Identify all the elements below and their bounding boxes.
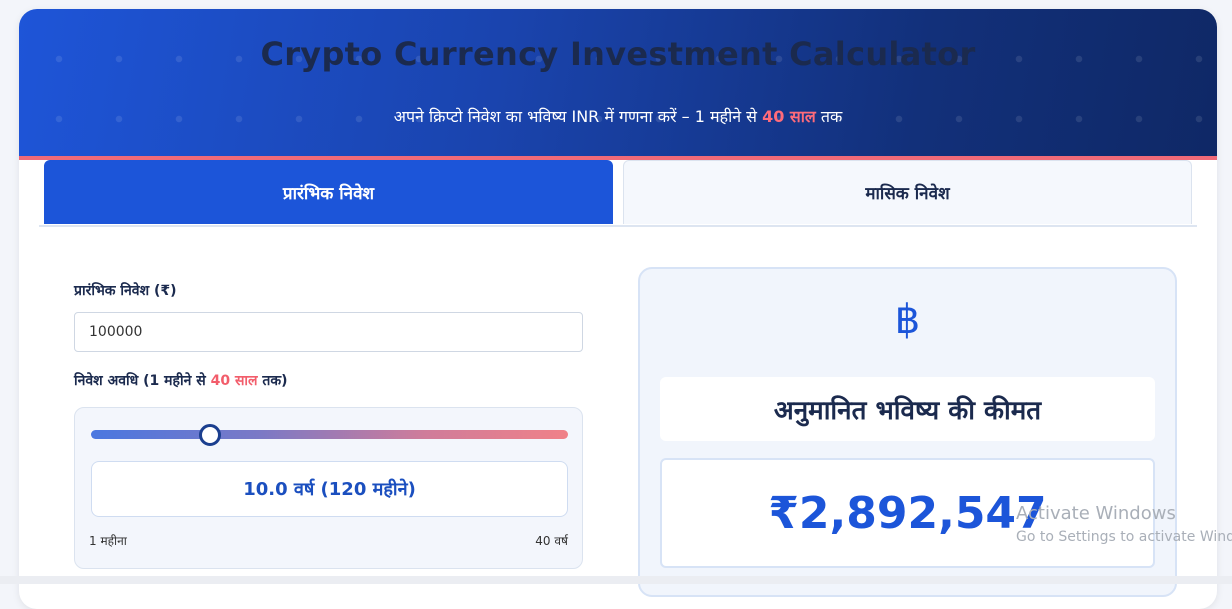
watermark-line-2: Go to Settings to activate Windo bbox=[1016, 529, 1232, 545]
page-subtitle: अपने क्रिप्टो निवेश का भविष्य INR में गण… bbox=[19, 105, 1217, 127]
bottom-edge bbox=[0, 576, 1232, 584]
tab-monthly-investment[interactable]: मासिक निवेश bbox=[623, 160, 1192, 224]
result-label: अनुमानित भविष्य की कीमत bbox=[660, 377, 1155, 441]
result-panel: ฿ अनुमानित भविष्य की कीमत ₹2,892,547 bbox=[638, 267, 1177, 597]
subtitle-text-end: तक bbox=[815, 107, 843, 126]
duration-label: निवेश अवधि (1 महीने से 40 साल तक) bbox=[74, 371, 288, 390]
tab-divider bbox=[39, 225, 1197, 227]
duration-slider-thumb[interactable] bbox=[198, 424, 221, 446]
duration-slider-track[interactable] bbox=[91, 430, 568, 439]
slider-max-label: 40 वर्ष bbox=[535, 534, 568, 548]
initial-investment-input[interactable] bbox=[74, 312, 583, 352]
watermark-line-1: Activate Windows bbox=[1016, 503, 1176, 524]
subtitle-highlight: 40 साल bbox=[762, 107, 816, 126]
duration-slider-panel: 10.0 वर्ष (120 महीने) 1 महीना 40 वर्ष bbox=[74, 407, 583, 569]
subtitle-text: अपने क्रिप्टो निवेश का भविष्य INR में गण… bbox=[393, 107, 763, 126]
duration-label-text: निवेश अवधि (1 महीने से bbox=[74, 373, 211, 389]
bitcoin-icon: ฿ bbox=[894, 297, 921, 343]
duration-label-text-end: तक) bbox=[257, 373, 288, 389]
initial-investment-label: प्रारंभिक निवेश (₹) bbox=[74, 283, 177, 299]
duration-readout: 10.0 वर्ष (120 महीने) bbox=[91, 461, 568, 517]
windows-activation-watermark: Activate Windows Go to Settings to activ… bbox=[1016, 503, 1232, 545]
duration-label-highlight: 40 साल bbox=[210, 373, 258, 389]
slider-min-label: 1 महीना bbox=[89, 534, 127, 548]
banner-dot-pattern bbox=[19, 9, 1217, 159]
tab-initial-investment[interactable]: प्रारंभिक निवेश bbox=[44, 160, 613, 224]
header-banner: Crypto Currency Investment Calculator अप… bbox=[19, 9, 1217, 159]
page-title: Crypto Currency Investment Calculator bbox=[260, 35, 976, 73]
